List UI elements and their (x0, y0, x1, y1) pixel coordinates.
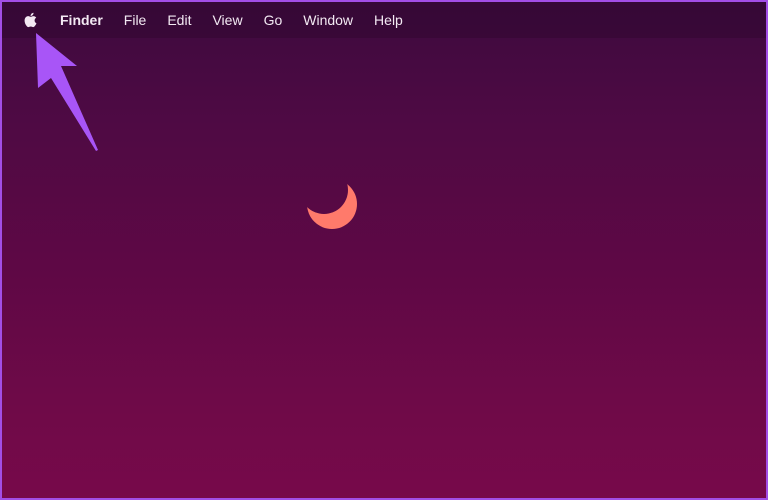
crescent-moon-icon (307, 179, 357, 229)
arrow-icon (36, 33, 98, 151)
desktop: Finder File Edit View Go Window Help (0, 0, 768, 500)
